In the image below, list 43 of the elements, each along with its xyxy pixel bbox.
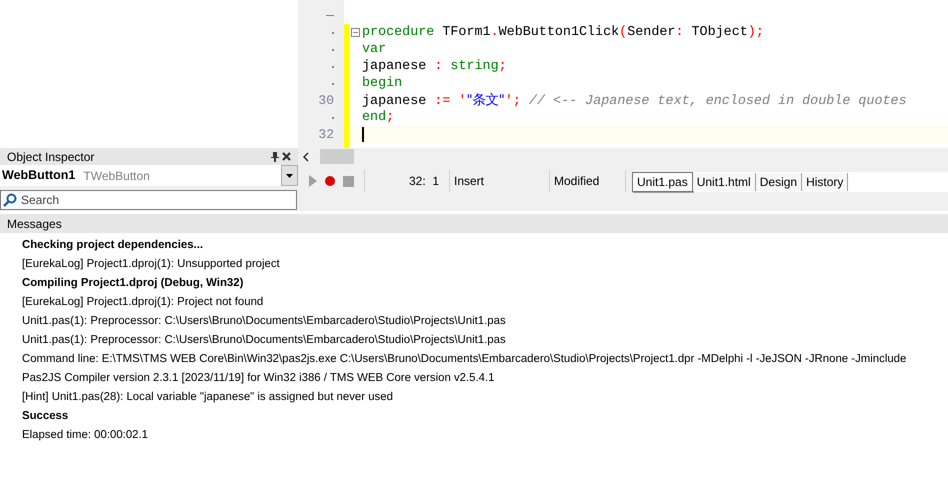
text-cursor <box>362 127 364 142</box>
panel-title: Messages <box>7 216 62 232</box>
cursor-position: 32: 1 <box>408 173 439 190</box>
code-line: end; <box>362 109 394 126</box>
play-icon[interactable] <box>308 175 318 187</box>
editor-tab[interactable]: Unit1.html <box>692 173 756 191</box>
panel-title: Object Inspector <box>7 148 96 166</box>
message-line: Success <box>22 408 68 424</box>
editor-tab[interactable]: History <box>802 173 848 191</box>
message-line: [EurekaLog] Project1.dproj(1): Project not found <box>22 294 264 310</box>
caret-icon <box>286 174 293 178</box>
message-line: Unit1.pas(1): Preprocessor: C:\Users\Bruno\Documents\Embarcadero\Studio\Projects\Unit1.pas <box>22 314 506 329</box>
scrollbar-thumb[interactable] <box>320 149 354 164</box>
dropdown-button[interactable] <box>281 165 298 186</box>
code-line: var <box>362 41 386 58</box>
code-line: procedure TForm1.WebButton1Click(Sender: TObject); <box>362 24 764 41</box>
code-line: begin <box>362 75 402 92</box>
message-line: Checking project dependencies... <box>22 238 204 253</box>
insert-mode: Insert <box>454 173 484 190</box>
search-field[interactable]: Search <box>0 190 297 210</box>
message-line: Command line: E:\TMS\TMS WEB Core\Bin\Win32\pas2js.exe C:\Users\Bruno\Documents\Embarcadero\Studio\Projects\Project1.dpr -MDelphi -l -JeJSON -JRnone -Jminclude <box>22 352 906 367</box>
editor-tab[interactable]: Design <box>756 173 802 191</box>
code-line: japanese : string; <box>362 58 507 75</box>
message-line: Compiling Project1.dproj (Debug, Win32) <box>22 276 244 291</box>
record-icon[interactable] <box>324 175 336 187</box>
line-number: 32 <box>318 126 334 144</box>
message-line: Pas2JS Compiler version 2.3.1 [2023/11/19] for Win32 i386 / TMS WEB Core version v2.5.4.1 <box>22 370 495 386</box>
stop-icon[interactable] <box>343 176 354 186</box>
message-line: Unit1.pas(1): Preprocessor: C:\Users\Bruno\Documents\Embarcadero\Studio\Projects\Unit1.pas <box>22 332 506 348</box>
code-line: japanese := '"条文"'; // <-- Japanese text, enclosed in double quotes <box>362 92 907 110</box>
modified-status: Modified <box>554 173 600 190</box>
component-name: WebButton1 <box>2 167 76 184</box>
component-selector[interactable]: WebButton1 TWebButton <box>0 165 298 186</box>
close-icon[interactable] <box>282 152 291 161</box>
fold-toggle-icon[interactable] <box>351 28 360 37</box>
message-line: [Hint] Unit1.pas(28): Local variable "japanese" is assigned but never used <box>22 390 393 405</box>
component-type: TWebButton <box>83 168 150 184</box>
message-line: Elapsed time: 00:00:02.1 <box>22 428 148 443</box>
search-icon <box>3 193 17 207</box>
editor-tab[interactable]: Unit1.pas <box>632 172 693 192</box>
message-line: [EurekaLog] Project1.dproj(1): Unsupported project <box>22 256 280 272</box>
pin-icon[interactable] <box>271 152 279 162</box>
line-number: 30 <box>318 92 334 110</box>
